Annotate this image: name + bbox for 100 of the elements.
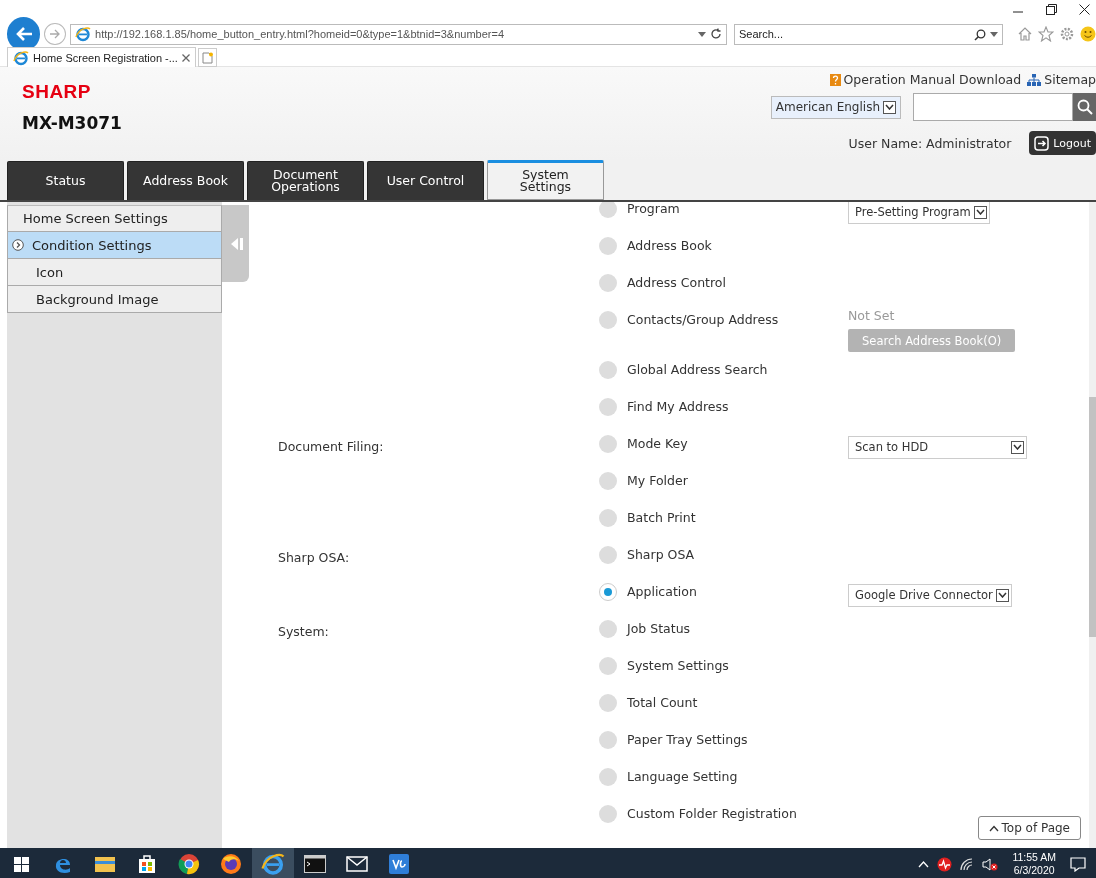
radio-button[interactable] (599, 620, 617, 638)
back-arrow-icon (14, 26, 33, 42)
radio-button[interactable] (599, 546, 617, 564)
dropdown[interactable]: Pre-Setting Program (848, 202, 990, 224)
browser-logo-icon (261, 852, 285, 876)
brand-logo: SHARP (22, 81, 92, 103)
sidebar-item[interactable]: Icon (7, 259, 222, 286)
option-label: Global Address Search (627, 362, 769, 377)
app-icon (388, 853, 410, 875)
header-link[interactable]: Operation Manual Download (829, 72, 1022, 87)
option-label: My Folder (627, 473, 689, 488)
user-name: User Name: Administrator (848, 135, 1012, 151)
restore-icon[interactable] (1046, 4, 1057, 15)
dropdown-caret-icon[interactable] (698, 31, 706, 37)
home-icon[interactable] (1017, 26, 1033, 42)
refresh-icon[interactable] (710, 28, 722, 40)
option-label: System Settings (627, 658, 730, 673)
radio-button[interactable] (599, 731, 617, 749)
option-label: Mode Key (627, 436, 689, 451)
star-icon[interactable] (1038, 26, 1054, 42)
muted-speaker-icon[interactable] (982, 857, 999, 871)
option-label: Total Count (627, 695, 699, 710)
radio-button[interactable] (599, 435, 617, 453)
firefox-icon (220, 853, 242, 875)
clock[interactable]: 11:55 AM 6/3/2020 (1012, 851, 1056, 877)
radio-button[interactable] (599, 202, 617, 218)
search-field[interactable]: Search... (734, 23, 1003, 45)
header-link[interactable]: Sitemap (1027, 72, 1096, 87)
smiley-icon[interactable] (1080, 26, 1096, 42)
top-of-page-button[interactable]: Top of Page (977, 816, 1081, 840)
chevron-down-icon (975, 209, 985, 215)
collapse-handle[interactable] (222, 205, 249, 282)
option-label: Job Status (627, 621, 692, 636)
chevron-circle-icon (12, 239, 24, 251)
forward-arrow-icon (49, 29, 62, 39)
option-label: Application (627, 584, 698, 599)
scrollbar[interactable] (1089, 202, 1096, 848)
chrome-icon (178, 853, 200, 875)
radio-button[interactable] (599, 768, 617, 786)
chevron-down-icon (885, 104, 894, 110)
logout-button[interactable]: Logout (1029, 131, 1096, 155)
language-dropdown[interactable]: American English (770, 95, 901, 119)
dropdown[interactable]: Google Drive Connector (848, 583, 1012, 607)
chevron-up-icon[interactable] (918, 860, 930, 868)
option-label: Address Control (627, 275, 727, 290)
option-label: Paper Tray Settings (627, 732, 749, 747)
option-label: Address Book (627, 238, 713, 253)
browser-tab[interactable]: Home Screen Registration -... (7, 47, 196, 67)
address-bar[interactable]: http://192.168.1.85/home_button_entry.html?homeid=0&type=1&btnid=3&number=4 (70, 23, 727, 45)
search-icon (1076, 99, 1093, 115)
sidebar-item[interactable]: Condition Settings (7, 232, 222, 259)
search-button[interactable] (1073, 93, 1096, 121)
shopping-bag-icon (137, 854, 157, 874)
nav-tab[interactable]: Status (7, 161, 124, 200)
radio-button[interactable] (599, 398, 617, 416)
radio-button[interactable] (599, 311, 617, 329)
new-tab-button[interactable] (197, 48, 217, 67)
chevron-down-icon (1013, 444, 1022, 450)
page-icon (13, 49, 29, 66)
radio-button[interactable] (599, 583, 617, 601)
radio-button[interactable] (599, 361, 617, 379)
browser-logo-icon (75, 26, 92, 42)
notification-icon[interactable] (1070, 856, 1086, 872)
radio-button[interactable] (599, 805, 617, 823)
sidebar-item[interactable]: Home Screen Settings (7, 205, 222, 232)
windows-icon (13, 856, 29, 872)
sidebar-item[interactable]: Background Image (7, 286, 222, 313)
option-label: Sharp OSA (627, 547, 696, 562)
search-icon[interactable] (974, 28, 986, 41)
radio-button[interactable] (599, 694, 617, 712)
nav-tab[interactable]: System Settings (487, 160, 604, 200)
radio-button[interactable] (599, 237, 617, 255)
alert-icon[interactable] (937, 856, 953, 872)
terminal-icon (304, 855, 326, 873)
option-label: Custom Folder Registration (627, 806, 798, 821)
option-label: Contacts/Group Address (627, 312, 780, 327)
section-label: System: (278, 624, 329, 639)
dropdown-caret-icon[interactable] (990, 32, 998, 37)
nav-tab[interactable]: Address Book (127, 161, 244, 200)
dropdown[interactable]: Scan to HDD (848, 435, 1027, 459)
mail-icon (346, 856, 368, 872)
radio-button[interactable] (599, 274, 617, 292)
folder-icon (94, 855, 116, 873)
forward-button[interactable] (44, 23, 67, 45)
status-text: Not Set (848, 308, 895, 323)
close-icon[interactable] (1079, 4, 1090, 15)
settings-icon[interactable] (1059, 26, 1075, 42)
radio-button[interactable] (599, 472, 617, 490)
wifi-icon[interactable] (960, 857, 975, 871)
option-label: Program (627, 202, 681, 216)
search-field[interactable] (913, 93, 1073, 121)
section-label: Document Filing: (278, 439, 384, 454)
option-label: Batch Print (627, 510, 697, 525)
radio-button[interactable] (599, 509, 617, 527)
chevron-up-icon (988, 824, 999, 832)
nav-tab[interactable]: Document Operations (247, 161, 364, 200)
nav-tab[interactable]: User Control (367, 161, 484, 200)
section-label: Sharp OSA: (278, 550, 350, 565)
logout-icon (1034, 135, 1050, 151)
radio-button[interactable] (599, 657, 617, 675)
